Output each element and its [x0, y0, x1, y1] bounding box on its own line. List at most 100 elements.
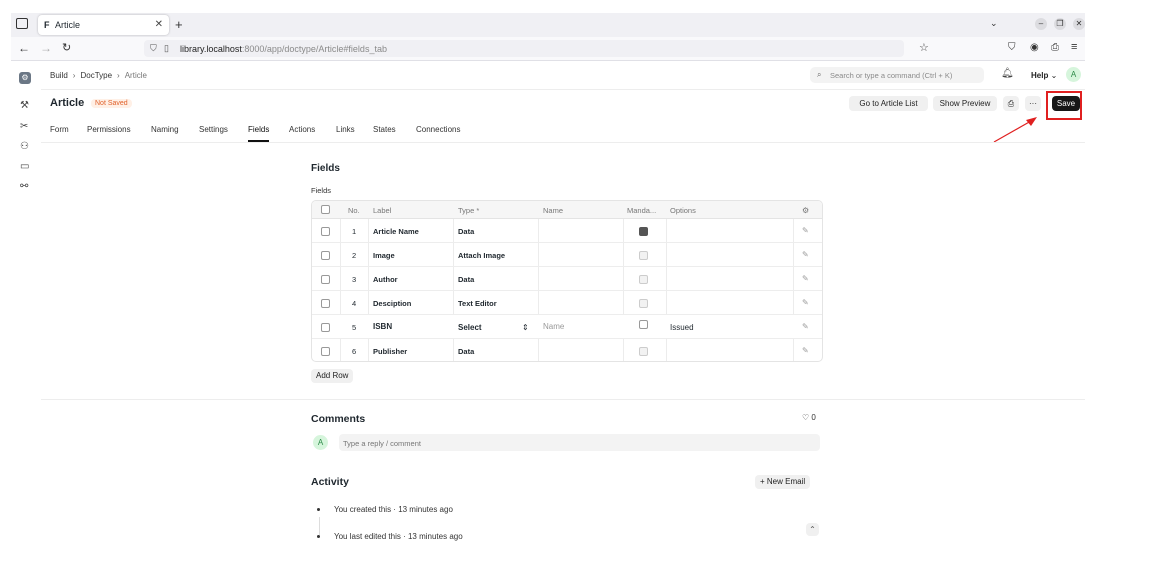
help-dropdown[interactable]: Help ⌄ — [1031, 71, 1057, 80]
row-no: 4 — [352, 299, 357, 308]
table-row[interactable]: 3 Author Data ✎ — [312, 267, 822, 291]
edit-row-icon[interactable]: ✎ — [802, 250, 809, 259]
row-type[interactable]: Data — [458, 227, 474, 236]
row-checkbox[interactable] — [321, 275, 330, 284]
row-checkbox[interactable] — [321, 227, 330, 236]
row-type[interactable]: Attach Image — [458, 251, 505, 260]
window-icon[interactable]: ▭ — [20, 161, 29, 172]
new-email-button[interactable]: + New Email — [755, 475, 811, 489]
status-badge: Not Saved — [91, 99, 132, 108]
row-checkbox[interactable] — [321, 347, 330, 356]
app-logo-icon[interactable]: ⚙ — [19, 72, 31, 84]
go-to-list-button[interactable]: Go to Article List — [849, 96, 928, 111]
row-checkbox[interactable] — [321, 251, 330, 260]
row-type[interactable]: Data — [458, 347, 474, 356]
address-bar[interactable]: ⛉ ▯ library.localhost:8000/app/doctype/A… — [144, 40, 904, 57]
header-type: Type * — [458, 206, 480, 215]
heart-icon: ♡ — [802, 413, 810, 422]
show-preview-button[interactable]: Show Preview — [933, 96, 997, 111]
row-type[interactable]: Text Editor — [458, 299, 497, 308]
bookmark-star-icon[interactable]: ☆ — [919, 41, 929, 54]
row-type[interactable]: Data — [458, 275, 474, 284]
mandatory-checkbox[interactable] — [639, 251, 648, 260]
tab-permissions[interactable]: Permissions — [87, 125, 131, 134]
like-counter[interactable]: ♡ 0 — [802, 413, 816, 422]
back-icon[interactable]: ← — [18, 41, 30, 55]
close-tab-icon[interactable]: ✕ — [155, 19, 163, 30]
edit-row-icon[interactable]: ✎ — [802, 226, 809, 235]
tab-fields[interactable]: Fields — [248, 125, 270, 142]
breadcrumb-article[interactable]: Article — [125, 71, 147, 80]
more-actions-button[interactable]: ··· — [1025, 96, 1041, 111]
minimize-icon[interactable]: – — [1035, 18, 1047, 30]
table-row[interactable]: 2 Image Attach Image ✎ — [312, 243, 822, 267]
user-avatar[interactable]: A — [1066, 67, 1081, 82]
mandatory-checkbox[interactable] — [639, 275, 648, 284]
tab-actions[interactable]: Actions — [289, 125, 315, 134]
column-settings-icon[interactable]: ⚙ — [802, 206, 809, 215]
table-row[interactable]: 6 Publisher Data ✎ — [312, 339, 822, 361]
edit-row-icon[interactable]: ✎ — [802, 322, 809, 331]
select-chevron-icon[interactable]: ⇕ — [522, 323, 529, 332]
row-label[interactable]: Article Name — [373, 227, 419, 236]
users-icon[interactable]: ⚇ — [20, 141, 29, 152]
mandatory-checkbox[interactable] — [639, 299, 648, 308]
row-label[interactable]: Author — [373, 275, 398, 284]
help-label: Help — [1031, 71, 1049, 80]
tab-naming[interactable]: Naming — [151, 125, 179, 134]
browser-tab-article[interactable]: F Article ✕ — [38, 15, 169, 35]
activity-item: You created this · 13 minutes ago — [317, 505, 453, 514]
forward-icon[interactable]: → — [40, 41, 52, 55]
add-row-button[interactable]: Add Row — [311, 369, 354, 383]
tab-links[interactable]: Links — [336, 125, 355, 134]
print-icon[interactable]: ⎙ — [1003, 96, 1019, 111]
row-label[interactable]: Image — [373, 251, 395, 260]
tab-states[interactable]: States — [373, 125, 396, 134]
breadcrumb: Build › DocType › Article — [50, 71, 147, 80]
label-input[interactable]: ISBN — [373, 322, 392, 331]
tools-icon[interactable]: ✂ — [20, 121, 28, 132]
notification-bell-icon[interactable]: 🔔︎ — [1001, 68, 1014, 79]
breadcrumb-build[interactable]: Build — [50, 71, 68, 80]
select-all-checkbox[interactable] — [321, 205, 330, 214]
row-label[interactable]: Desciption — [373, 299, 411, 308]
integrations-icon[interactable]: ⚯ — [20, 181, 28, 192]
pocket-icon[interactable]: ⛉ — [1008, 42, 1016, 53]
chevron-down-icon[interactable]: ⌄ — [990, 18, 998, 29]
restore-icon[interactable]: ❐ — [1054, 18, 1066, 30]
table-row-editing[interactable]: 5 ISBN Select ⇕ Name Issued ✎ — [312, 315, 822, 339]
tab-form[interactable]: Form — [50, 125, 69, 134]
row-checkbox[interactable] — [321, 323, 330, 332]
scroll-to-top-icon[interactable]: ⌃ — [806, 523, 819, 536]
table-row[interactable]: 1 Article Name Data ✎ — [312, 219, 822, 243]
breadcrumb-separator: › — [117, 71, 120, 80]
row-label[interactable]: Publisher — [373, 347, 407, 356]
extensions-icon[interactable]: ⎙ — [1051, 42, 1059, 53]
mandatory-checkbox[interactable] — [639, 227, 648, 236]
new-tab-icon[interactable]: + — [175, 17, 183, 32]
table-row[interactable]: 4 Desciption Text Editor ✎ — [312, 291, 822, 315]
tab-settings[interactable]: Settings — [199, 125, 228, 134]
edit-row-icon[interactable]: ✎ — [802, 274, 809, 283]
reload-icon[interactable]: ↻ — [62, 41, 71, 54]
tab-list-icon[interactable] — [16, 18, 28, 29]
mandatory-checkbox[interactable] — [639, 320, 648, 329]
search-input[interactable]: ⌕ Search or type a command (Ctrl + K) — [810, 67, 984, 83]
mandatory-checkbox[interactable] — [639, 347, 648, 356]
menu-icon[interactable]: ≡ — [1071, 41, 1077, 53]
edit-row-icon[interactable]: ✎ — [802, 346, 809, 355]
tab-connections[interactable]: Connections — [416, 125, 460, 134]
breadcrumb-doctype[interactable]: DocType — [80, 71, 112, 80]
comment-input[interactable]: Type a reply / comment — [339, 434, 820, 451]
options-textarea[interactable]: Issued — [670, 323, 694, 332]
header-label: Label — [373, 206, 392, 215]
row-checkbox[interactable] — [321, 299, 330, 308]
row-no: 5 — [352, 323, 357, 332]
type-select[interactable]: Select — [458, 323, 482, 332]
name-input[interactable]: Name — [543, 322, 564, 331]
app-topbar: Build › DocType › Article ⌕ Search or type a… — [41, 61, 1085, 90]
edit-row-icon[interactable]: ✎ — [802, 298, 809, 307]
wrench-icon[interactable]: ⚒ — [20, 100, 29, 111]
account-icon[interactable]: ◉ — [1030, 42, 1039, 53]
close-window-icon[interactable]: ✕ — [1073, 18, 1085, 30]
